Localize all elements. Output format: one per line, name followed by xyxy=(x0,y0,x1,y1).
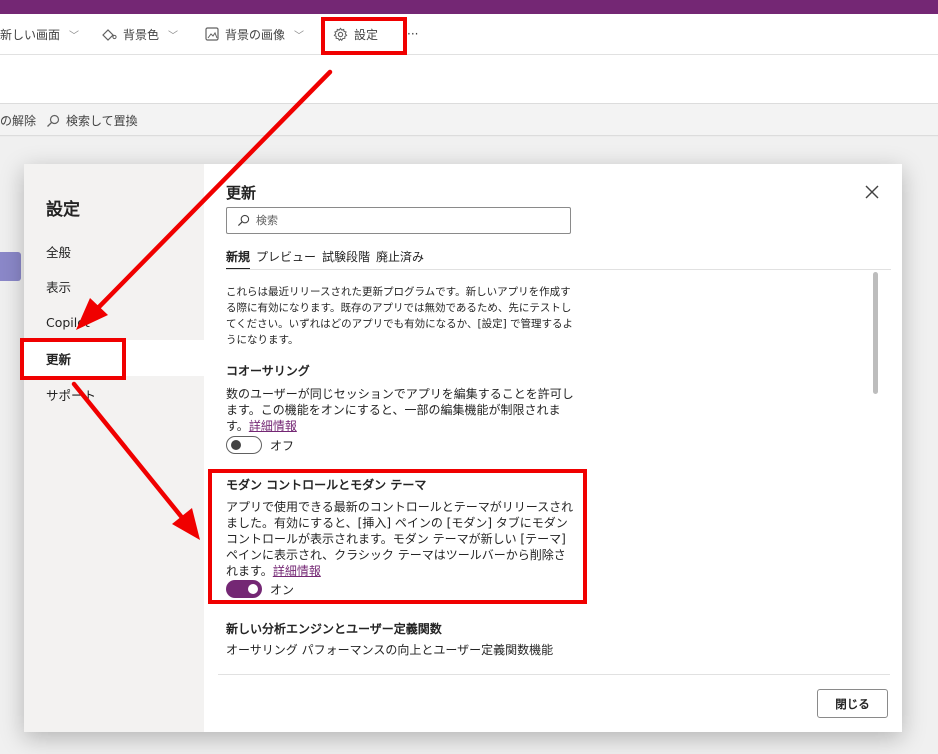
section-description: オーサリング パフォーマンスの向上とユーザー定義関数機能 xyxy=(226,643,554,657)
search-icon xyxy=(237,214,250,227)
more-button[interactable]: ··· xyxy=(407,25,418,43)
section-description: 数のユーザーが同じセッションでアプリを編集することを許可します。この機能をオンに… xyxy=(226,386,576,434)
nav-item-display[interactable]: 表示 xyxy=(24,268,204,304)
settings-dialog: 設定 全般 表示 Copilot 更新 サポート 更新 新規 プレビュー 試験段… xyxy=(24,164,902,732)
command-bar: 新しい画面 ﹀ 背景色 ﹀ 背景の画像 ﹀ 設定 ··· xyxy=(0,14,938,55)
highlight-updates-nav xyxy=(20,338,126,380)
formula-area xyxy=(0,55,938,104)
highlight-modern-controls xyxy=(208,469,587,604)
background-image-label: 背景の画像 xyxy=(225,27,286,42)
chevron-down-icon: ﹀ xyxy=(168,30,179,42)
nav-item-general[interactable]: 全般 xyxy=(24,233,204,269)
tabs-divider xyxy=(226,269,891,270)
background-image-button[interactable]: 背景の画像 ﹀ xyxy=(205,25,304,43)
coauthoring-toggle-row: オフ xyxy=(226,436,294,454)
nav-item-copilot[interactable]: Copilot xyxy=(24,304,204,340)
secondary-toolbar: の解除 検索して置換 xyxy=(0,104,938,136)
content-title: 更新 xyxy=(226,184,257,202)
find-replace-label: 検索して置換 xyxy=(66,114,138,128)
settings-nav: 設定 全般 表示 Copilot 更新 サポート xyxy=(24,164,204,732)
background-color-button[interactable]: 背景色 ﹀ xyxy=(101,25,178,43)
close-icon[interactable] xyxy=(862,182,882,202)
nav-item-label: 全般 xyxy=(46,244,72,260)
nav-item-label: Copilot xyxy=(46,314,90,330)
search-input[interactable] xyxy=(256,214,556,227)
settings-search xyxy=(226,207,571,234)
chevron-down-icon: ﹀ xyxy=(294,30,305,42)
app-top-bar xyxy=(0,0,938,14)
scrollbar[interactable] xyxy=(873,272,878,394)
nav-item-label: 表示 xyxy=(46,279,72,295)
settings-content: 更新 新規 プレビュー 試験段階 廃止済み これらは最近リリースされた更新プログ… xyxy=(204,164,902,732)
unlock-label: の解除 xyxy=(0,114,37,128)
section-title: コオーサリング xyxy=(226,364,310,378)
learn-more-link[interactable]: 詳細情報 xyxy=(249,419,297,433)
nav-item-label: サポート xyxy=(46,387,97,403)
tab-new[interactable]: 新規 xyxy=(226,248,251,270)
highlight-settings-button xyxy=(321,17,407,55)
section-title: 新しい分析エンジンとユーザー定義関数 xyxy=(226,622,442,636)
close-button[interactable]: 閉じる xyxy=(817,689,888,718)
canvas-element xyxy=(0,252,21,281)
search-icon xyxy=(47,114,60,127)
nav-item-support[interactable]: サポート xyxy=(24,376,204,412)
intro-text: これらは最近リリースされた更新プログラムです。新しいアプリを作成する際に有効にな… xyxy=(226,286,574,346)
background-color-icon xyxy=(102,29,117,41)
footer-divider xyxy=(218,674,890,675)
new-screen-label: 新しい画面 xyxy=(0,27,61,42)
toggle-knob xyxy=(231,440,241,450)
new-screen-button[interactable]: 新しい画面 ﹀ xyxy=(0,25,79,43)
unlock-button[interactable]: の解除 xyxy=(0,112,36,129)
nav-title: 設定 xyxy=(46,200,80,220)
chevron-down-icon: ﹀ xyxy=(69,30,80,42)
find-replace-button[interactable]: 検索して置換 xyxy=(46,112,138,129)
tab-experimental[interactable]: 試験段階 xyxy=(322,248,370,270)
toggle-label: オフ xyxy=(270,438,295,453)
coauthoring-toggle[interactable] xyxy=(226,436,262,454)
update-tabs: 新規 プレビュー 試験段階 廃止済み xyxy=(226,248,424,270)
background-color-label: 背景色 xyxy=(123,27,160,42)
more-icon: ··· xyxy=(407,27,419,41)
tab-preview[interactable]: プレビュー xyxy=(256,248,316,270)
background-image-icon xyxy=(205,27,219,41)
tab-retired[interactable]: 廃止済み xyxy=(376,248,424,270)
